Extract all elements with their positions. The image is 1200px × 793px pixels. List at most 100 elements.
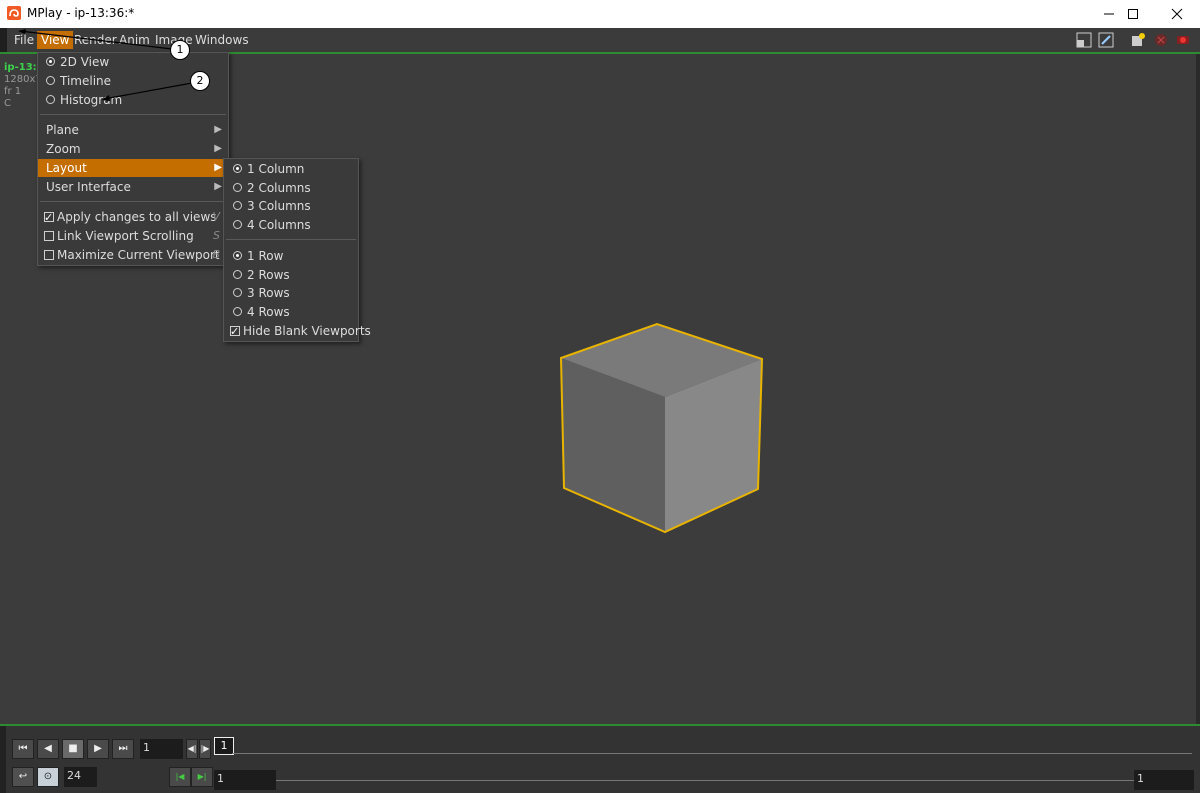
option-label: 4 Rows xyxy=(247,305,290,319)
set-start-button[interactable]: |◀ xyxy=(169,767,191,787)
option-label: 2 Rows xyxy=(247,268,290,282)
loop-button[interactable]: ↩ xyxy=(12,767,34,787)
skip-start-icon: ⏮ xyxy=(18,743,28,754)
menu-separator xyxy=(40,201,226,202)
checkbox-unchecked-icon xyxy=(44,230,54,241)
close-icon xyxy=(1171,8,1183,20)
checkbox-checked-icon xyxy=(44,209,54,227)
submenu-plane[interactable]: Plane ▶ xyxy=(38,121,228,139)
radio-off-icon xyxy=(233,307,242,316)
menu-render[interactable]: Render xyxy=(70,31,121,49)
go-to-end-button[interactable]: ⏭ xyxy=(112,739,134,759)
go-to-start-button[interactable]: ⏮ xyxy=(12,739,34,759)
split-view-icon[interactable] xyxy=(1076,32,1092,48)
play-icon: ▶ xyxy=(94,743,102,754)
set-end-button[interactable]: ▶| xyxy=(191,767,213,787)
shortcut-hint: V xyxy=(212,210,220,223)
playback-handle[interactable] xyxy=(0,726,6,793)
stop-render-icon[interactable] xyxy=(1154,33,1168,47)
radio-on-icon xyxy=(233,251,242,260)
layout-1-column[interactable]: 1 Column xyxy=(233,160,304,178)
shortcut-hint: S xyxy=(213,229,220,242)
option-label: Timeline xyxy=(60,74,112,88)
option-label: 3 Rows xyxy=(247,286,290,300)
step-forward-button[interactable]: |▶ xyxy=(199,739,211,759)
checkbox-unchecked-icon xyxy=(44,249,54,260)
radio-off-icon xyxy=(233,270,242,279)
option-label: 3 Columns xyxy=(247,199,311,213)
current-frame-field[interactable]: 1 xyxy=(140,739,183,759)
close-button[interactable] xyxy=(1154,0,1200,28)
play-reverse-icon: ◀ xyxy=(44,743,52,754)
start-frame-field[interactable]: 1 xyxy=(214,770,276,790)
set-start-icon: |◀ xyxy=(175,772,185,781)
play-reverse-button[interactable]: ◀ xyxy=(37,739,59,759)
option-label: 4 Columns xyxy=(247,218,311,232)
radio-off-icon xyxy=(233,288,242,297)
fps-field[interactable]: 24 xyxy=(64,767,97,787)
toggle-label: Hide Blank Viewports xyxy=(243,324,371,338)
radio-off-icon xyxy=(46,76,55,85)
edit-view-icon[interactable] xyxy=(1098,32,1114,48)
frame-marker[interactable]: 1 xyxy=(214,737,234,755)
menu-view[interactable]: View xyxy=(37,31,74,49)
view-2d-option[interactable]: 2D View xyxy=(46,53,109,71)
right-scroll-strip[interactable] xyxy=(1196,54,1200,724)
submenu-layout[interactable]: Layout ▶ xyxy=(38,159,228,177)
hide-blank-viewports-toggle[interactable]: Hide Blank Viewports xyxy=(230,322,371,341)
option-label: 1 Row xyxy=(247,249,284,263)
range-track[interactable] xyxy=(276,780,1134,781)
submenu-zoom[interactable]: Zoom ▶ xyxy=(38,140,228,158)
layout-submenu: 1 Column 2 Columns 3 Columns 4 Columns 1… xyxy=(223,158,371,342)
maximize-viewport-toggle[interactable]: Maximize Current Viewport B xyxy=(38,246,228,264)
stop-icon: ■ xyxy=(68,743,78,754)
apply-changes-toggle[interactable]: Apply changes to all viewsV xyxy=(38,208,228,227)
submenu-label: Zoom xyxy=(46,142,81,156)
timeline-track[interactable] xyxy=(232,753,1192,754)
step-back-button[interactable]: ◀| xyxy=(186,739,198,759)
layout-3-rows[interactable]: 3 Rows xyxy=(233,284,290,302)
option-label: 2 Columns xyxy=(247,181,311,195)
maximize-button[interactable] xyxy=(1110,0,1156,28)
submenu-arrow-icon: ▶ xyxy=(214,162,222,173)
callout-2: 2 xyxy=(190,71,210,91)
menu-windows[interactable]: Windows xyxy=(191,31,253,49)
submenu-label: Layout xyxy=(46,161,87,175)
submenu-arrow-icon: ▶ xyxy=(214,143,222,154)
layout-2-columns[interactable]: 2 Columns xyxy=(233,179,311,197)
stop-button[interactable]: ■ xyxy=(62,739,84,759)
checkbox-checked-icon xyxy=(230,323,240,341)
window-title: MPlay - ip-13:36:* xyxy=(27,6,135,20)
layout-4-rows[interactable]: 4 Rows xyxy=(233,303,290,321)
toggle-label: Link Viewport Scrolling xyxy=(57,229,194,243)
end-frame-field[interactable]: 1 xyxy=(1134,770,1194,790)
layout-1-row[interactable]: 1 Row xyxy=(233,247,283,265)
menu-anim[interactable]: Anim xyxy=(115,31,154,49)
submenu-label: User Interface xyxy=(46,180,131,194)
link-scrolling-toggle[interactable]: Link Viewport Scrolling S xyxy=(38,227,228,245)
view-timeline-option[interactable]: Timeline xyxy=(46,72,111,90)
menu-file[interactable]: File xyxy=(10,31,38,49)
realtime-button[interactable]: ⊙ xyxy=(37,767,59,787)
playback-bar: ⏮ ◀ ■ ▶ ⏭ 1 ◀| |▶ 1 ↩ ⊙ 24 |◀ ▶| 1 1 xyxy=(0,724,1200,793)
submenu-user-interface[interactable]: User Interface ▶ xyxy=(38,178,228,196)
layout-2-rows[interactable]: 2 Rows xyxy=(233,266,290,284)
layout-4-columns[interactable]: 4 Columns xyxy=(233,216,311,234)
step-forward-icon: |▶ xyxy=(200,744,210,753)
option-label: 1 Column xyxy=(247,162,305,176)
menubar-handle[interactable] xyxy=(0,28,7,52)
sparkle-icon[interactable] xyxy=(1130,32,1146,48)
layout-3-columns[interactable]: 3 Columns xyxy=(233,197,311,215)
callout-1: 1 xyxy=(170,40,190,60)
menu-separator xyxy=(226,239,356,240)
radio-off-icon xyxy=(233,220,242,229)
houdini-app-icon xyxy=(7,6,21,20)
radio-off-icon xyxy=(46,95,55,104)
maximize-icon xyxy=(1128,9,1138,19)
record-icon[interactable] xyxy=(1176,33,1190,47)
submenu-arrow-icon: ▶ xyxy=(214,181,222,192)
play-forward-button[interactable]: ▶ xyxy=(87,739,109,759)
toggle-label: Maximize Current Viewport xyxy=(57,248,220,262)
skip-end-icon: ⏭ xyxy=(118,743,128,754)
view-histogram-option[interactable]: Histogram xyxy=(46,91,122,109)
